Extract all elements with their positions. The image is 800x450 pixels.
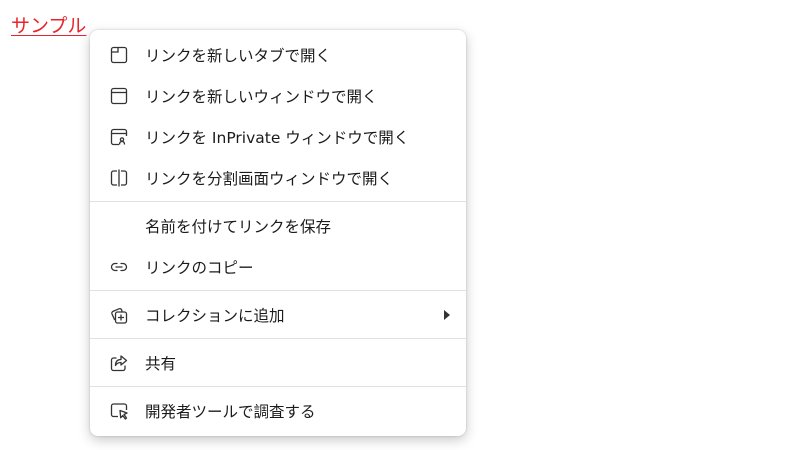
inspect-icon xyxy=(108,400,130,422)
menu-item-label: リンクのコピー xyxy=(145,258,254,277)
menu-item-label: コレクションに追加 xyxy=(145,306,285,325)
menu-item-label: リンクを新しいタブで開く xyxy=(145,46,332,65)
menu-item-share[interactable]: 共有 xyxy=(90,342,466,383)
menu-item-label: 名前を付けてリンクを保存 xyxy=(145,217,332,236)
add-collection-icon xyxy=(108,304,130,326)
menu-item-add-to-collection[interactable]: コレクションに追加 xyxy=(90,294,466,335)
submenu-arrow-icon xyxy=(444,309,450,320)
inprivate-window-icon xyxy=(108,126,130,148)
menu-item-label: 共有 xyxy=(145,354,177,373)
new-window-icon xyxy=(108,85,130,107)
menu-item-label: 開発者ツールで調査する xyxy=(145,402,316,421)
menu-item-inspect[interactable]: 開発者ツールで調査する xyxy=(90,390,466,431)
context-menu: リンクを新しいタブで開く リンクを新しいウィンドウで開く リンクを InPriv… xyxy=(90,30,466,436)
menu-item-open-inprivate[interactable]: リンクを InPrivate ウィンドウで開く xyxy=(90,116,466,157)
share-icon xyxy=(108,352,130,374)
menu-separator xyxy=(90,386,466,387)
link-icon xyxy=(108,256,130,278)
menu-item-label: リンクを InPrivate ウィンドウで開く xyxy=(145,128,410,147)
new-tab-icon xyxy=(108,44,130,66)
menu-item-save-link-as[interactable]: 名前を付けてリンクを保存 xyxy=(90,205,466,246)
menu-item-open-split-screen[interactable]: リンクを分割画面ウィンドウで開く xyxy=(90,157,466,198)
menu-item-open-new-window[interactable]: リンクを新しいウィンドウで開く xyxy=(90,75,466,116)
menu-item-label: リンクを分割画面ウィンドウで開く xyxy=(145,169,394,188)
menu-separator xyxy=(90,201,466,202)
split-screen-icon xyxy=(108,167,130,189)
menu-item-open-new-tab[interactable]: リンクを新しいタブで開く xyxy=(90,34,466,75)
sample-link[interactable]: サンプル xyxy=(11,14,86,38)
menu-item-label: リンクを新しいウィンドウで開く xyxy=(145,87,378,106)
menu-separator xyxy=(90,290,466,291)
menu-item-copy-link[interactable]: リンクのコピー xyxy=(90,246,466,287)
menu-separator xyxy=(90,338,466,339)
